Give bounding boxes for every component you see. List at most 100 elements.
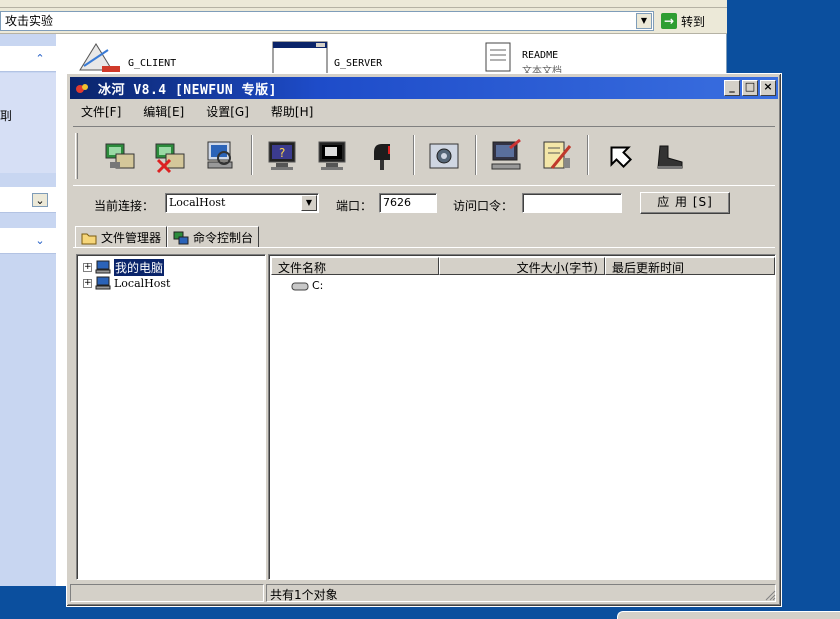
app-icon [74,80,90,96]
status-bar: 共有1个对象 [70,583,778,603]
screen-capture-button[interactable]: ? [261,135,303,177]
title-bar[interactable]: 冰河 V8.4 [NEWFUN 专版] _ □ × [70,77,778,99]
svg-text:?: ? [279,146,285,160]
delete-host-button[interactable] [149,135,191,177]
file-name: G_CLIENT [128,58,177,69]
mailbox-icon [374,144,390,170]
maximize-button[interactable]: □ [742,80,758,96]
tab-file-manager[interactable]: 文件管理器 [75,226,168,248]
port-input[interactable]: 7626 [379,193,437,213]
toolbar-separator [587,135,589,175]
menu-bar: 文件[F] 编辑[E] 设置[G] 帮助[H] [70,101,778,121]
desktop-panel-edge [617,611,840,619]
task-pane-text: 刵 [0,109,13,123]
apply-button[interactable]: 应 用 [S] [640,192,730,214]
connection-value: LocalHost [169,196,226,209]
address-dropdown-button[interactable]: ▼ [636,13,652,29]
boot-icon [657,145,683,169]
computer-icon [95,260,111,274]
back-button[interactable] [599,135,641,177]
column-header-name[interactable]: 文件名称 [271,257,439,275]
explorer-toolbar-strip [0,0,727,8]
console-icon [173,231,189,244]
column-header-modified[interactable]: 最后更新时间 [605,257,775,275]
expand-chevron-icon[interactable]: ⌄ [32,193,48,207]
password-input[interactable] [522,193,622,213]
system-settings-button[interactable] [423,135,465,177]
tab-label: 命令控制台 [193,231,254,245]
expand-plus-icon[interactable]: + [83,278,92,288]
address-text: 攻击实验 [5,14,54,28]
screen-control-button[interactable] [311,135,353,177]
collapse-chevron-icon[interactable]: ⌃ [32,52,48,66]
add-host-button[interactable] [99,135,141,177]
computer-icon [95,276,111,290]
file-item-readme[interactable]: README 文本文档 [482,40,562,77]
file-listview: 文件名称 文件大小(字节) 最后更新时间 C: [268,254,776,580]
toolbar-separator [413,135,415,175]
apply-label: 应 用 [S] [657,195,713,209]
monitor-window-icon [318,141,346,170]
tools-document-icon [543,141,572,169]
toolbar-grip[interactable] [75,133,78,179]
menu-help[interactable]: 帮助[H] [260,103,324,120]
tools-button[interactable] [535,135,577,177]
address-bar: 攻击实验 ▼ → 转到 [0,8,727,34]
port-value: 7626 [383,196,411,209]
tab-command-console[interactable]: 命令控制台 [167,226,260,248]
exit-button[interactable] [649,135,691,177]
task-pane: ⌃ 刵 ⌄ ⌄ [0,34,56,586]
server-config-button[interactable] [485,135,527,177]
resize-grip-icon[interactable] [764,589,776,601]
toolbar-separator [475,135,477,175]
status-text: 共有1个对象 [270,588,338,602]
address-input[interactable]: 攻击实验 ▼ [0,11,654,31]
connection-select[interactable]: LocalHost ▼ [165,193,319,213]
tree-item-my-computer[interactable]: + 我的电脑 [83,258,165,276]
toolbar-separator [251,135,253,175]
tab-label: 文件管理器 [101,231,162,245]
tree-item-localhost[interactable]: + LocalHost [83,275,170,291]
status-pane-left [70,584,264,602]
tab-strip: 文件管理器 命令控制台 [75,226,260,248]
drive-name: C: [312,279,324,292]
expand-plus-icon[interactable]: + [83,262,92,272]
go-label: 转到 [681,14,706,29]
menu-file[interactable]: 文件[F] [70,103,132,120]
monitor-question-icon: ? [268,141,296,170]
task-pane-header-3[interactable]: ⌄ [0,228,56,254]
file-item-g-server[interactable]: G_SERVER [272,40,382,74]
menu-settings[interactable]: 设置[G] [195,103,260,120]
gear-panel-icon [429,143,459,169]
server-window-icon [272,41,328,74]
computer-config-icon [491,138,521,170]
list-item[interactable]: C: [291,279,323,292]
list-header: 文件名称 文件大小(字节) 最后更新时间 [271,257,775,275]
app-window: 冰河 V8.4 [NEWFUN 专版] _ □ × 文件[F] 编辑[E] 设置… [66,73,782,607]
task-pane-header-1[interactable]: ⌃ [0,46,56,72]
delete-computer-icon [155,143,185,174]
text-document-icon [485,42,511,72]
search-host-button[interactable] [199,135,241,177]
window-title: 冰河 V8.4 [NEWFUN 专版] [98,82,277,98]
close-button[interactable]: × [760,80,776,96]
file-item-g-client[interactable]: G_CLIENT [76,40,176,74]
window-controls: _ □ × [724,80,776,96]
go-button[interactable]: → 转到 [659,11,721,31]
expand-chevron-icon[interactable]: ⌄ [32,234,48,248]
task-pane-header-2[interactable]: ⌄ [0,187,56,213]
arrow-up-icon [610,146,633,169]
file-name: README [522,50,559,61]
tree-label: LocalHost [114,276,171,290]
column-header-size[interactable]: 文件大小(字节) [439,257,605,275]
minimize-button[interactable]: _ [724,80,740,96]
connection-label: 当前连接： [94,199,155,213]
mail-button[interactable] [361,135,403,177]
go-arrow-icon: → [661,13,677,29]
tree-label: 我的电脑 [114,258,165,276]
password-label: 访问口令： [453,199,514,213]
folder-icon [81,233,97,244]
chevron-down-icon[interactable]: ▼ [301,195,317,211]
status-pane-main: 共有1个对象 [266,584,776,602]
menu-edit[interactable]: 编辑[E] [132,103,195,120]
